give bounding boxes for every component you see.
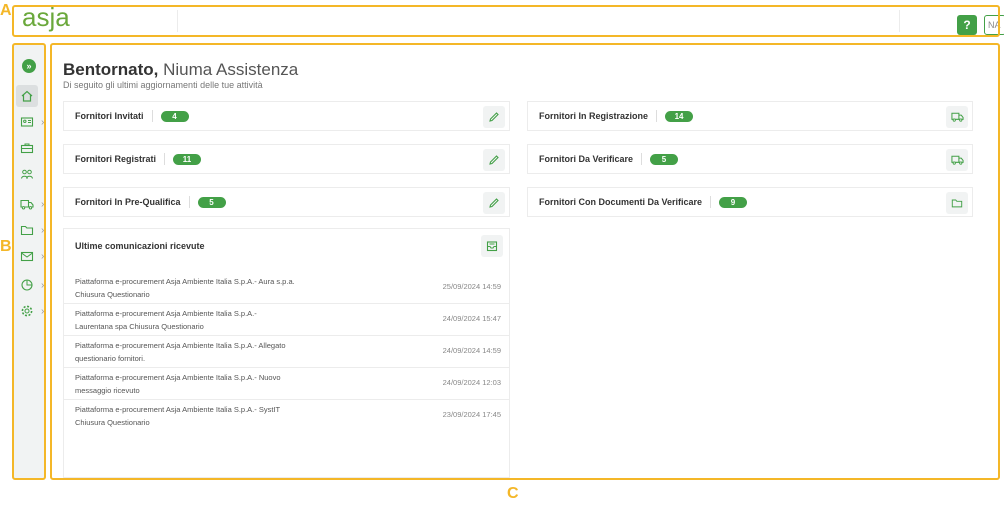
annotation-box-c [50,43,1000,480]
annotation-letter-c: C [507,485,519,502]
annotation-box-a [12,5,1000,37]
annotation-box-b [12,43,46,480]
annotation-letter-b: B [0,238,12,255]
annotation-letter-a: A [0,2,12,19]
